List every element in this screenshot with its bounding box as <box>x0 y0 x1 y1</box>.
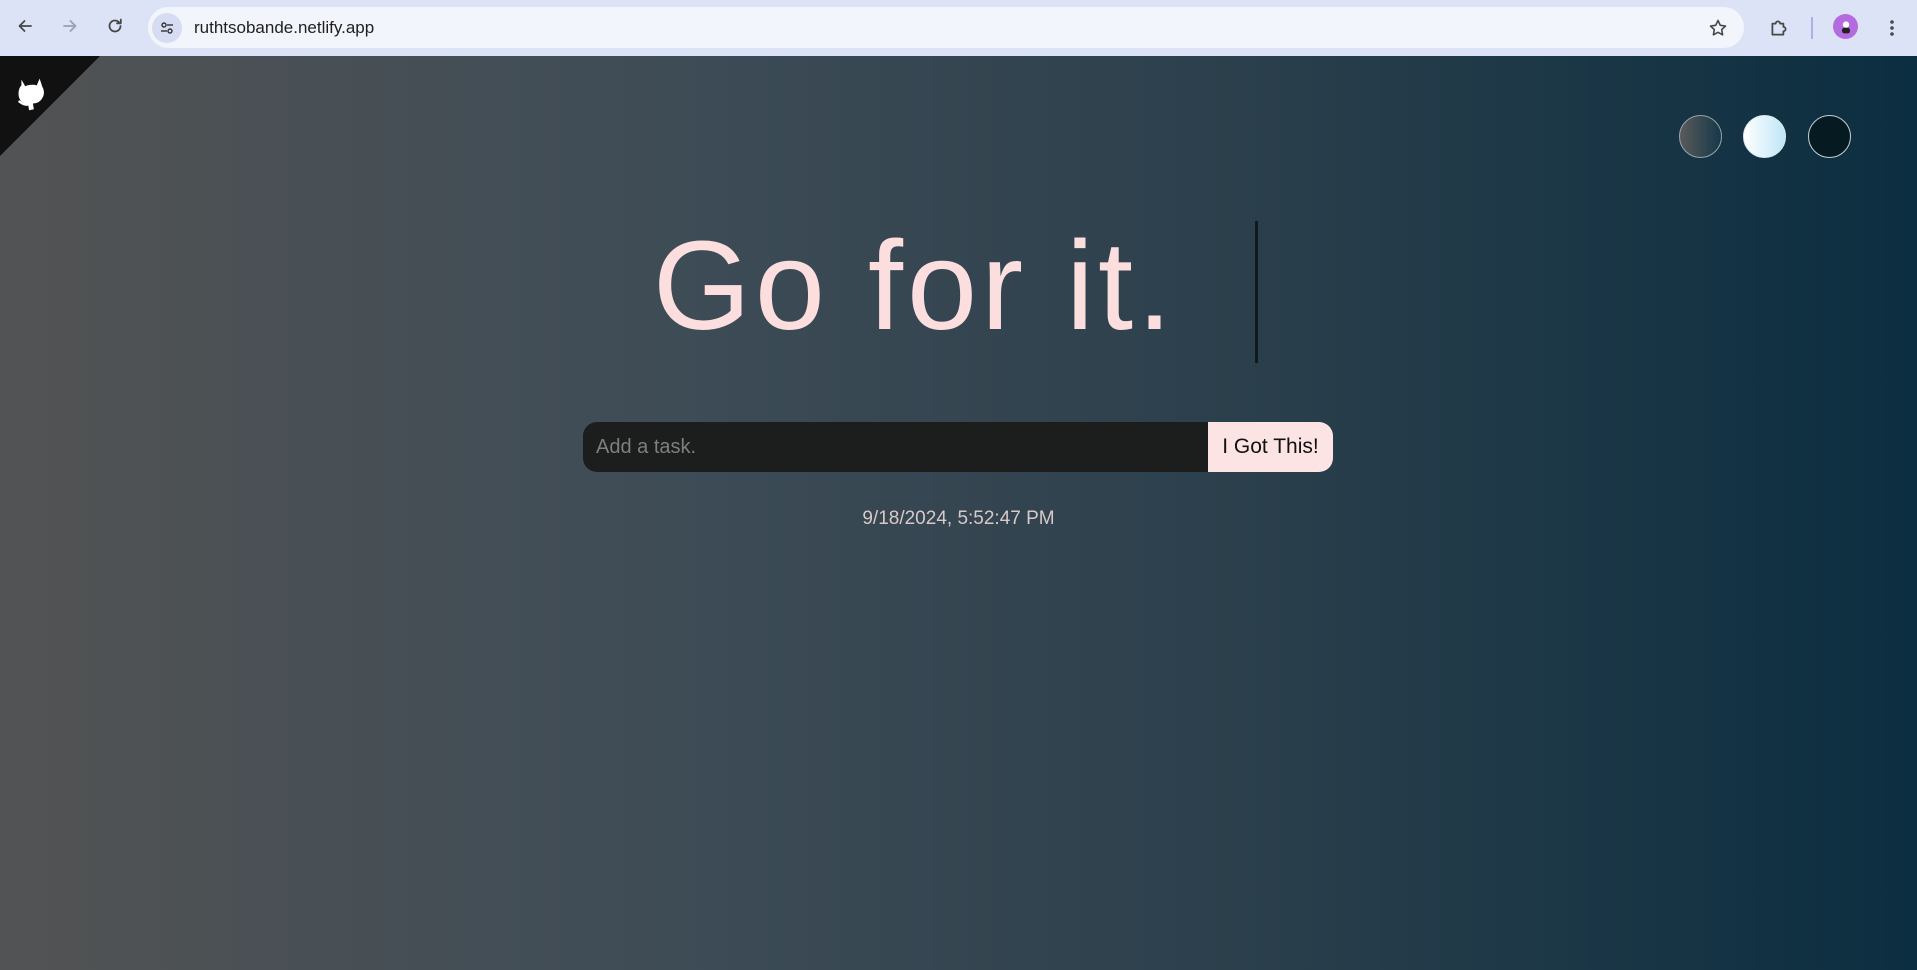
theme-option-dark[interactable] <box>1808 115 1851 158</box>
address-bar[interactable]: ruthtsobande.netlify.app <box>148 7 1744 48</box>
avatar-icon <box>1841 20 1850 33</box>
toolbar-divider <box>1811 17 1813 39</box>
browser-menu-button[interactable] <box>1878 12 1906 44</box>
task-form: I Got This! <box>583 422 1333 472</box>
browser-toolbar: ruthtsobande.netlify.app <box>0 0 1917 56</box>
reload-button[interactable] <box>99 10 131 42</box>
extensions-button[interactable] <box>1763 12 1795 44</box>
current-datetime: 9/18/2024, 5:52:47 PM <box>862 508 1055 529</box>
tune-icon <box>161 22 173 34</box>
puzzle-icon <box>1771 20 1787 36</box>
site-info-button[interactable] <box>152 13 182 43</box>
theme-option-light-gradient[interactable] <box>1743 115 1786 158</box>
theme-option-dark-gradient[interactable] <box>1679 115 1722 158</box>
profile-button[interactable] <box>1833 14 1858 39</box>
forward-button[interactable] <box>54 10 86 42</box>
typing-caret <box>1255 221 1258 363</box>
headline-text: Go for it. <box>652 215 1177 356</box>
task-input[interactable] <box>583 422 1208 472</box>
submit-task-button[interactable]: I Got This! <box>1208 422 1333 472</box>
back-button[interactable] <box>9 10 41 42</box>
page-headline: Go for it. <box>0 221 1917 351</box>
reload-icon <box>108 18 122 33</box>
url-text[interactable]: ruthtsobande.netlify.app <box>194 18 374 38</box>
star-icon <box>1709 19 1727 36</box>
arrow-right-icon <box>63 20 77 32</box>
app-page: Go for it. I Got This! 9/18/2024, 5:52:4… <box>0 56 1917 970</box>
bookmark-button[interactable] <box>1706 16 1730 40</box>
github-octocat-icon[interactable] <box>8 70 54 116</box>
arrow-left-icon <box>18 20 32 32</box>
kebab-menu-icon <box>1890 20 1894 36</box>
